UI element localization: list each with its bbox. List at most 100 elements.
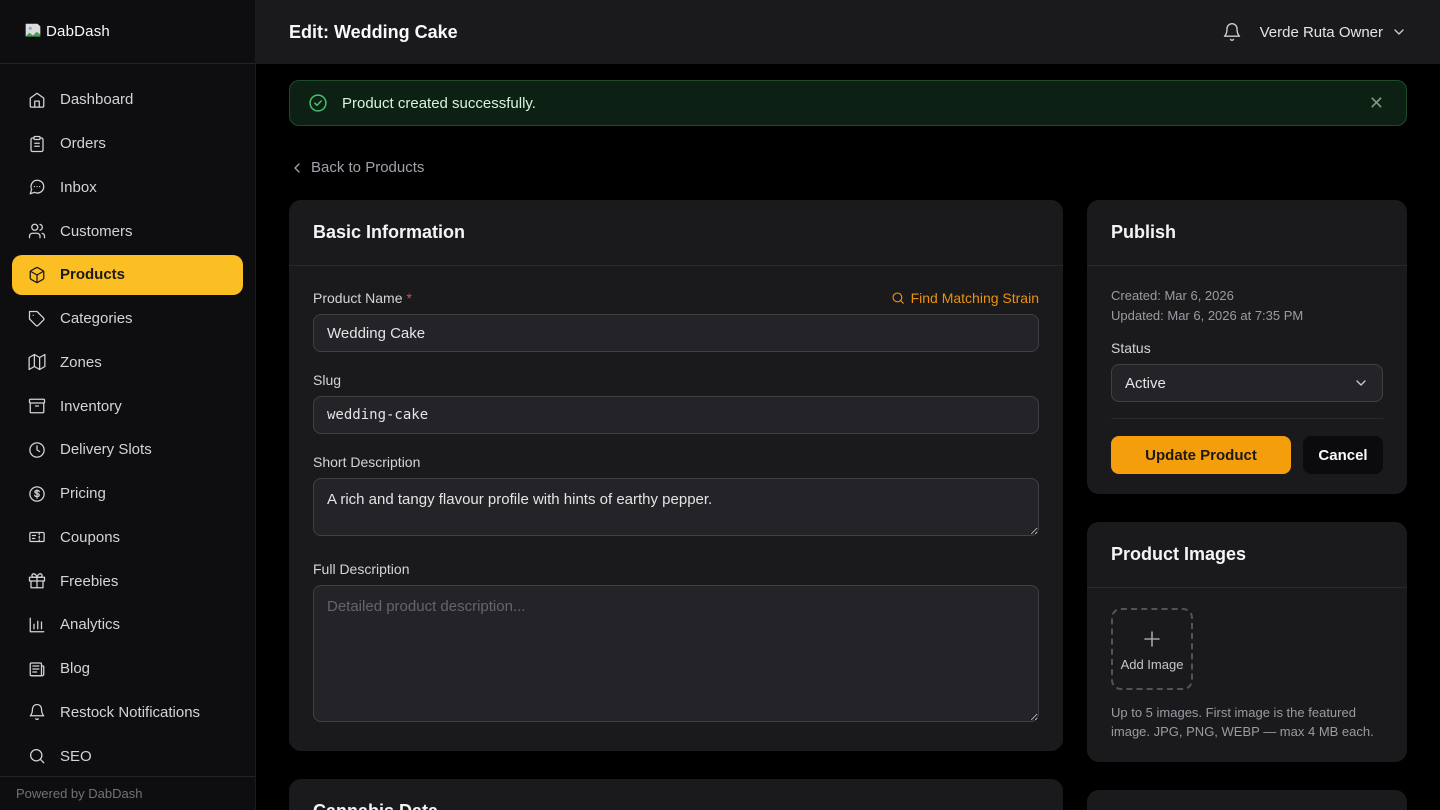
alert-message: Product created successfully. bbox=[342, 94, 536, 112]
app: DabDash Dashboard Orders Inbox Customers bbox=[0, 0, 1440, 810]
product-name-label: Product Name * bbox=[313, 290, 412, 306]
publish-actions: Update Product Cancel bbox=[1111, 418, 1383, 475]
basic-information-card: Basic Information Product Name * Find Ma… bbox=[289, 200, 1063, 751]
sidebar-item-label: Restock Notifications bbox=[60, 703, 201, 721]
sidebar-item-blog[interactable]: Blog bbox=[12, 649, 243, 689]
sidebar-item-customers[interactable]: Customers bbox=[12, 211, 243, 251]
sidebar-nav: Dashboard Orders Inbox Customers Product… bbox=[0, 64, 255, 776]
content: Product created successfully. ✕ Back to … bbox=[256, 64, 1440, 810]
product-name-input[interactable] bbox=[313, 314, 1039, 352]
slug-field-group: Slug bbox=[313, 372, 1039, 434]
archive-icon bbox=[28, 398, 46, 414]
card-header: Cannabis Data bbox=[289, 779, 1063, 810]
image-upload-help-text: Up to 5 images. First image is the featu… bbox=[1111, 705, 1374, 740]
full-description-field-group: Full Description bbox=[313, 561, 1039, 727]
sidebar-item-inventory[interactable]: Inventory bbox=[12, 386, 243, 426]
map-icon bbox=[28, 354, 46, 371]
full-description-textarea[interactable] bbox=[313, 585, 1039, 722]
users-icon bbox=[28, 223, 46, 239]
logo: DabDash bbox=[0, 0, 255, 64]
bell-icon bbox=[29, 704, 45, 721]
sidebar-item-pricing[interactable]: Pricing bbox=[12, 474, 243, 514]
page-title: Edit: Wedding Cake bbox=[289, 21, 458, 42]
updated-date: Updated: Mar 6, 2026 at 7:35 PM bbox=[1111, 308, 1304, 324]
short-description-textarea[interactable]: A rich and tangy flavour profile with hi… bbox=[313, 478, 1039, 536]
logo-text: DabDash bbox=[46, 23, 110, 40]
slug-input[interactable] bbox=[313, 396, 1039, 434]
card-header: Product Images bbox=[1087, 522, 1407, 589]
chat-bubble-icon bbox=[29, 180, 45, 195]
sidebar-item-delivery-slots[interactable]: Delivery Slots bbox=[12, 430, 243, 470]
sidebar-item-label: Dashboard bbox=[60, 91, 134, 109]
product-images-card: Product Images Add Image Up to 5 images.… bbox=[1087, 522, 1407, 762]
sidebar-item-categories[interactable]: Categories bbox=[12, 299, 243, 339]
strain-link-label: Find Matching Strain bbox=[910, 290, 1039, 306]
sidebar-item-zones[interactable]: Zones bbox=[12, 343, 243, 383]
status-select[interactable]: Active bbox=[1111, 364, 1383, 403]
back-to-products-link[interactable]: Back to Products bbox=[289, 159, 424, 176]
search-icon bbox=[892, 292, 904, 304]
cannabis-data-card: Cannabis Data bbox=[289, 779, 1063, 810]
sidebar-item-label: SEO bbox=[60, 747, 92, 765]
sidebar-item-label: Inventory bbox=[60, 397, 122, 415]
gift-icon bbox=[28, 573, 46, 589]
topbar-right: Verde Ruta Owner bbox=[1220, 20, 1407, 44]
update-product-button[interactable]: Update Product bbox=[1111, 436, 1291, 475]
sidebar-item-restock-notifications[interactable]: Restock Notifications bbox=[12, 693, 243, 733]
card-body: Product Name * Find Matching Strain Wedd… bbox=[289, 266, 1063, 751]
plus-icon bbox=[1144, 630, 1160, 647]
product-name-field-group: Product Name * Find Matching Strain bbox=[313, 290, 1039, 352]
chevron-down-icon bbox=[1394, 29, 1404, 35]
sidebar-item-label: Categories bbox=[60, 310, 133, 328]
sidebar-item-label: Coupons bbox=[60, 528, 121, 546]
sidebar-item-label: Products bbox=[60, 266, 126, 284]
publish-card: Publish Created: Mar 6, 2026 Updated: Ma… bbox=[1087, 200, 1407, 495]
clock-icon bbox=[29, 442, 45, 458]
check-circle-icon bbox=[309, 94, 327, 112]
sidebar-item-coupons[interactable]: Coupons bbox=[12, 518, 243, 558]
cancel-button[interactable]: Cancel bbox=[1303, 436, 1383, 475]
user-menu[interactable]: Verde Ruta Owner bbox=[1260, 24, 1407, 41]
right-column: Publish Created: Mar 6, 2026 Updated: Ma… bbox=[1087, 200, 1407, 810]
sidebar-item-label: Freebies bbox=[60, 572, 119, 590]
short-description-label: Short Description bbox=[313, 454, 421, 470]
sidebar-item-analytics[interactable]: Analytics bbox=[12, 605, 243, 645]
card-title: Cannabis Data bbox=[313, 801, 1039, 810]
notifications-bell-button[interactable] bbox=[1220, 20, 1244, 44]
card-title: Basic Information bbox=[313, 222, 466, 242]
left-column: Basic Information Product Name * Find Ma… bbox=[289, 200, 1063, 810]
bell-icon bbox=[1223, 23, 1240, 41]
newspaper-icon bbox=[29, 661, 45, 677]
add-image-button[interactable]: Add Image bbox=[1111, 608, 1193, 691]
sidebar-item-label: Pricing bbox=[60, 485, 106, 503]
short-description-field-group: Short Description A rich and tangy flavo… bbox=[313, 454, 1039, 541]
success-alert: Product created successfully. ✕ bbox=[289, 80, 1407, 126]
slug-label: Slug bbox=[313, 372, 342, 388]
chevron-down-icon bbox=[1356, 380, 1366, 386]
sidebar-item-label: Blog bbox=[60, 660, 91, 678]
main-area: Edit: Wedding Cake Verde Ruta Owner Prod… bbox=[256, 0, 1440, 810]
sidebar-item-inbox[interactable]: Inbox bbox=[12, 168, 243, 208]
sidebar-item-products[interactable]: Products bbox=[12, 255, 243, 295]
sidebar: DabDash Dashboard Orders Inbox Customers bbox=[0, 0, 256, 810]
status-value: Active bbox=[1125, 374, 1166, 392]
sidebar-item-orders[interactable]: Orders bbox=[12, 124, 243, 164]
find-matching-strain-link[interactable]: Find Matching Strain bbox=[891, 290, 1039, 306]
cube-icon bbox=[29, 266, 45, 284]
sidebar-item-freebies[interactable]: Freebies bbox=[12, 561, 243, 601]
sidebar-item-label: Orders bbox=[60, 135, 106, 153]
tag-icon bbox=[28, 310, 45, 327]
sidebar-item-dashboard[interactable]: Dashboard bbox=[12, 80, 243, 120]
broken-image-icon bbox=[22, 21, 44, 43]
full-description-label: Full Description bbox=[313, 561, 410, 577]
status-label: Status bbox=[1111, 340, 1151, 357]
clipboard-icon bbox=[30, 135, 44, 152]
back-link-label: Back to Products bbox=[311, 159, 425, 176]
user-name: Verde Ruta Owner bbox=[1259, 23, 1383, 41]
card-title: Product Images bbox=[1111, 544, 1247, 565]
sidebar-item-seo[interactable]: SEO bbox=[12, 736, 243, 776]
sidebar-item-label: Customers bbox=[60, 222, 133, 240]
close-icon[interactable]: ✕ bbox=[1365, 90, 1388, 116]
topbar: Edit: Wedding Cake Verde Ruta Owner bbox=[256, 0, 1440, 64]
card-body: Created: Mar 6, 2026 Updated: Mar 6, 202… bbox=[1087, 266, 1407, 494]
